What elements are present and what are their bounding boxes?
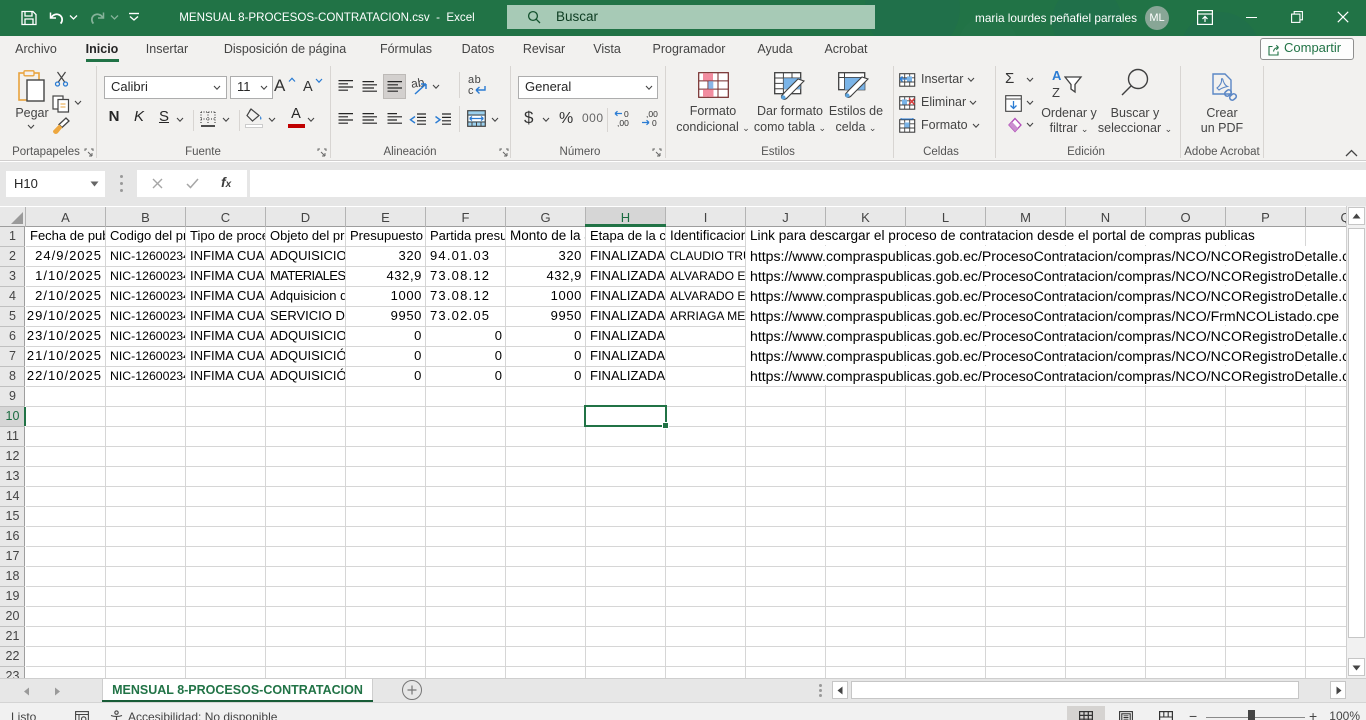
svg-text:,00: ,00: [617, 118, 629, 128]
svg-text:0: 0: [652, 118, 657, 128]
